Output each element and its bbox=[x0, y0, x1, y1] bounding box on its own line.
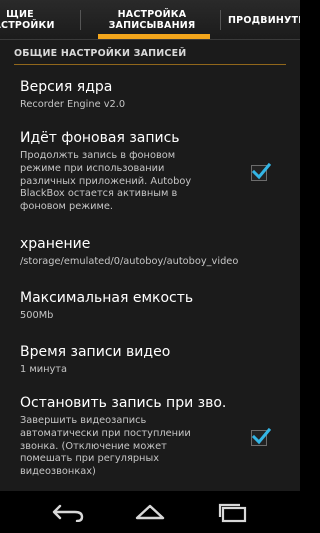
tab-advanced[interactable]: ПРОДВИНУТЫ bbox=[228, 0, 300, 40]
pref-summary: Завершить видеозапись автоматически при … bbox=[20, 415, 191, 478]
checkmark-icon bbox=[251, 162, 271, 180]
tab-divider bbox=[220, 10, 221, 30]
pref-title: хранение bbox=[20, 236, 91, 252]
tab-bar: ЩИЕ НАСТРОЙКИ НАСТРОЙКА ЗАПИСЫВАНИЯ ПРОД… bbox=[0, 0, 300, 40]
tab-divider bbox=[80, 10, 81, 30]
back-button[interactable] bbox=[38, 491, 98, 533]
pref-title: Время записи видео bbox=[20, 344, 171, 360]
pref-summary: Recorder Engine v2.0 bbox=[20, 99, 126, 110]
pref-storage[interactable]: хранение /storage/emulated/0/autoboy/aut… bbox=[20, 235, 282, 269]
pref-max-capacity[interactable]: Максимальная емкость 500Mb bbox=[20, 289, 282, 323]
pref-stop-on-call[interactable]: Остановить запись при зво. Завершить вид… bbox=[20, 394, 282, 479]
pref-title: Максимальная емкость bbox=[20, 290, 194, 306]
pref-title: Остановить запись при зво. bbox=[20, 395, 227, 411]
pref-summary: /storage/emulated/0/autoboy/autoboy_vide… bbox=[20, 256, 239, 267]
back-icon bbox=[52, 504, 84, 522]
recents-button[interactable] bbox=[203, 491, 263, 533]
pref-summary: Продолжть запись в фоновом режиме при ис… bbox=[20, 150, 192, 213]
section-header: ОБЩИЕ НАСТРОЙКИ ЗАПИСЕЙ bbox=[14, 48, 187, 59]
background-recording-checkbox[interactable] bbox=[251, 162, 271, 181]
recents-icon bbox=[218, 503, 247, 523]
tab-general-settings[interactable]: ЩИЕ НАСТРОЙКИ bbox=[0, 0, 60, 40]
pref-background-recording[interactable]: Идёт фоновая запись Продолжть запись в ф… bbox=[20, 129, 282, 214]
home-button[interactable] bbox=[120, 491, 180, 533]
pref-summary: 500Mb bbox=[20, 310, 54, 321]
section-divider bbox=[14, 64, 286, 65]
pref-video-duration[interactable]: Время записи видео 1 минута bbox=[20, 343, 282, 377]
pref-summary: 1 минута bbox=[20, 364, 68, 375]
pref-title: Версия ядра bbox=[20, 79, 113, 95]
stop-on-call-checkbox[interactable] bbox=[251, 427, 271, 446]
pref-engine-version[interactable]: Версия ядра Recorder Engine v2.0 bbox=[20, 78, 282, 112]
settings-list[interactable]: ОБЩИЕ НАСТРОЙКИ ЗАПИСЕЙ Версия ядра Reco… bbox=[0, 40, 300, 491]
home-icon bbox=[135, 504, 165, 520]
checkmark-icon bbox=[251, 427, 271, 445]
system-nav-bar bbox=[0, 491, 300, 533]
pref-title: Идёт фоновая запись bbox=[20, 130, 180, 146]
